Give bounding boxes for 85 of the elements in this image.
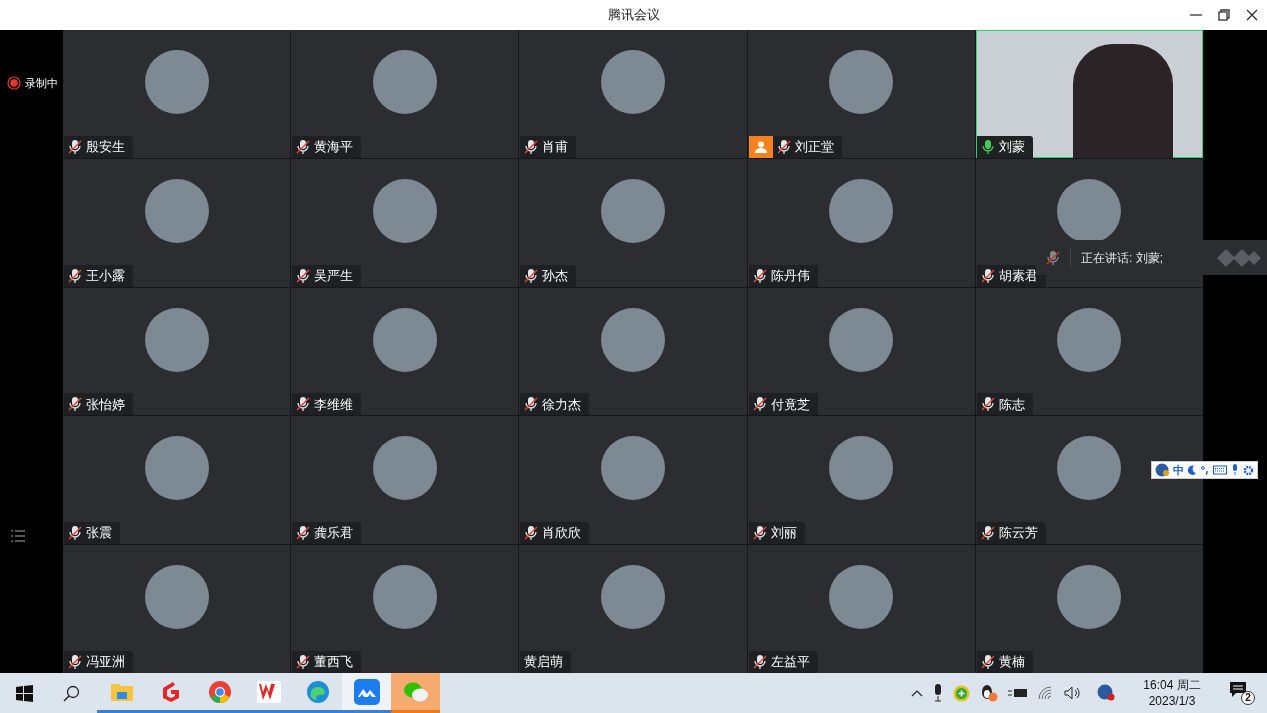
participant-tile[interactable]: 黄海平 <box>291 30 519 158</box>
participant-tile[interactable]: 吴严生 <box>291 158 519 287</box>
participant-name: 刘丽 <box>770 524 798 543</box>
moon-icon[interactable] <box>1188 465 1197 475</box>
participant-name: 陈云芳 <box>998 524 1039 543</box>
mic-icon[interactable] <box>1231 464 1239 476</box>
participant-tile[interactable]: 殷安生 <box>63 30 291 158</box>
logo-icon <box>1215 246 1263 269</box>
participant-tile[interactable]: 肖甫 <box>519 30 747 158</box>
restore-icon[interactable] <box>1217 8 1231 22</box>
plus-circle-icon[interactable] <box>953 684 970 702</box>
participant-tile[interactable]: 黄楠 <box>975 545 1203 673</box>
speaker-icon[interactable] <box>1064 686 1081 700</box>
chevron-up-icon[interactable] <box>911 689 923 697</box>
participant-tile[interactable]: 冯亚洲 <box>63 545 291 673</box>
participant-tile[interactable]: 刘正堂 <box>747 30 975 158</box>
participant-name: 刘正堂 <box>794 138 835 157</box>
mountain-icon <box>353 678 380 705</box>
chat-icon <box>402 680 429 703</box>
participant-tile[interactable]: 左益平 <box>747 545 975 673</box>
mic-icon[interactable] <box>933 684 943 702</box>
globe-icon[interactable] <box>1155 463 1169 477</box>
participant-name: 董西飞 <box>314 653 355 672</box>
participant-name: 肖甫 <box>542 138 570 157</box>
browser-icon <box>207 679 232 704</box>
participant-tile[interactable]: 王小露 <box>63 158 291 287</box>
windows-start-icon[interactable] <box>16 684 33 702</box>
participant-name: 张怡婷 <box>86 395 126 414</box>
punctuation-icon[interactable] <box>1201 465 1209 475</box>
participant-tile[interactable]: 付竟芝 <box>747 287 975 416</box>
participant-name: 黄启萌 <box>524 653 565 672</box>
participant-name: 陈丹伟 <box>770 266 811 285</box>
participant-name: 胡素君 <box>998 266 1039 285</box>
participant-name: 孙杰 <box>542 266 570 285</box>
participant-name: 黄楠 <box>998 653 1026 672</box>
penguin-icon[interactable] <box>980 684 998 702</box>
notification-button[interactable]: 2 <box>1229 681 1255 705</box>
participant-tile[interactable]: 刘丽 <box>747 416 975 545</box>
participant-name: 王小露 <box>86 266 126 285</box>
participant-name: 李维维 <box>314 395 355 414</box>
input-mode[interactable]: 中 <box>1173 464 1184 476</box>
participant-tile[interactable]: 陈丹伟 <box>747 158 975 287</box>
participant-name: 殷安生 <box>86 138 126 157</box>
clock-time: 16:04 周二 <box>1143 677 1201 693</box>
participant-tile[interactable]: 李维维 <box>291 287 519 416</box>
participant-name: 冯亚洲 <box>86 653 126 672</box>
participant-name: 徐力杰 <box>542 395 583 414</box>
participant-name: 付竟芝 <box>770 395 811 414</box>
keyboard-icon[interactable] <box>1213 465 1227 475</box>
wifi-icon[interactable] <box>1038 686 1054 700</box>
participant-tile[interactable]: 张怡婷 <box>63 287 291 416</box>
search-icon[interactable] <box>63 684 80 702</box>
participant-tile[interactable]: 张震 <box>63 416 291 545</box>
participant-tile[interactable]: 肖欣欣 <box>519 416 747 545</box>
participant-tile[interactable]: 黄启萌 <box>519 545 747 673</box>
participant-tile[interactable]: 徐力杰 <box>519 287 747 416</box>
participant-name: 张震 <box>86 524 113 543</box>
globe-icon[interactable] <box>1097 684 1115 702</box>
participant-name: 黄海平 <box>314 138 355 157</box>
window-title: 腾讯会议 <box>607 6 660 25</box>
participant-name: 陈志 <box>998 395 1026 414</box>
muted-mic-icon <box>1046 249 1060 266</box>
message-icon <box>1229 681 1247 698</box>
clock[interactable]: 16:04 周二 2023/1/3 <box>1137 677 1207 709</box>
w-logo-icon <box>256 680 281 703</box>
battery-icon[interactable] <box>1008 687 1028 699</box>
participant-tile[interactable]: 陈志 <box>975 287 1203 416</box>
participant-tile[interactable]: 龚乐君 <box>291 416 519 545</box>
recording-status: 录制中 <box>25 76 58 91</box>
participant-name: 刘蒙 <box>998 138 1026 157</box>
speaking-text: 正在讲话: 刘蒙; <box>1081 249 1163 267</box>
participant-name: 肖欣欣 <box>542 524 583 543</box>
participant-name: 吴严生 <box>314 266 355 285</box>
swirl-icon <box>305 679 330 704</box>
clock-date: 2023/1/3 <box>1148 693 1196 709</box>
close-icon[interactable] <box>1245 8 1259 22</box>
notification-count: 2 <box>1241 691 1255 705</box>
participant-tile[interactable]: 孙杰 <box>519 158 747 287</box>
participant-name: 左益平 <box>770 653 811 672</box>
taskbar-app[interactable] <box>342 673 391 713</box>
settings-icon[interactable] <box>1243 464 1254 476</box>
participant-name: 龚乐君 <box>314 524 355 543</box>
participant-tile[interactable]: 刘蒙 <box>975 30 1203 158</box>
participant-tile[interactable]: 董西飞 <box>291 545 519 673</box>
list-icon[interactable] <box>10 528 26 543</box>
